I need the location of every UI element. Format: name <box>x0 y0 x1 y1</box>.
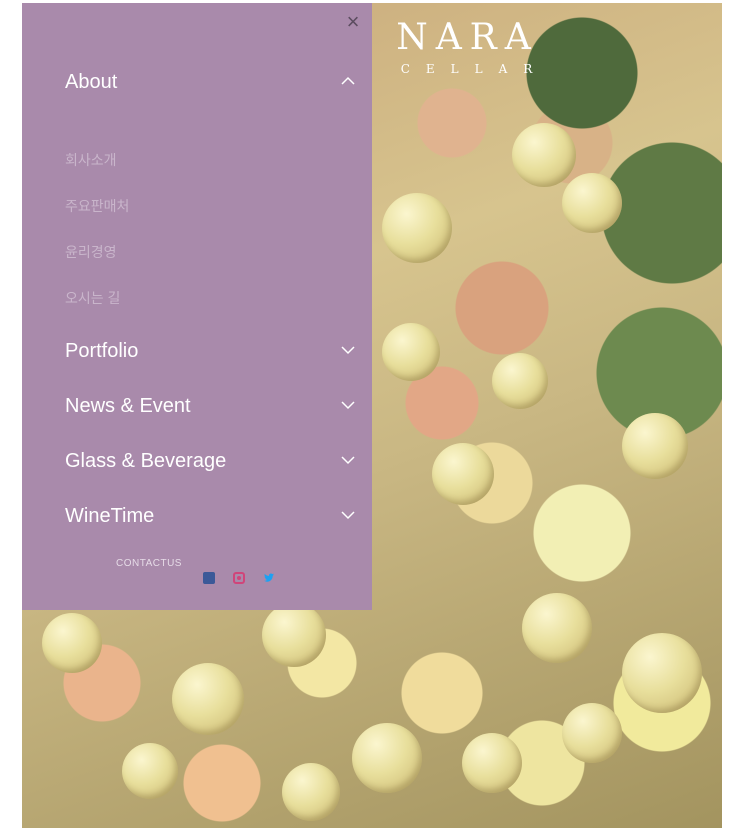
submenu-item-directions[interactable]: 오시는 길 <box>65 288 120 308</box>
facebook-icon[interactable] <box>203 572 215 584</box>
contact-us-link[interactable]: CONTACTUS <box>116 558 182 569</box>
menu-item-label: Portfolio <box>65 340 139 362</box>
chevron-down-icon <box>341 511 355 520</box>
logo[interactable]: NARA CELLAR <box>380 17 555 77</box>
chevron-down-icon <box>341 456 355 465</box>
twitter-icon[interactable] <box>263 572 275 584</box>
side-menu-panel: × About 회사소개 주요판매처 윤리경영 오시는 길 Portfolio … <box>22 3 372 610</box>
menu-item-glass-beverage[interactable]: Glass & Beverage <box>65 447 355 475</box>
menu-item-label: News & Event <box>65 395 191 417</box>
menu-item-portfolio[interactable]: Portfolio <box>65 337 355 365</box>
logo-name: NARA <box>396 17 539 58</box>
close-button[interactable]: × <box>342 11 364 33</box>
menu-item-about[interactable]: About <box>65 68 355 96</box>
logo-subtitle: CELLAR <box>400 62 549 76</box>
submenu-item-company[interactable]: 회사소개 <box>65 150 117 170</box>
menu-item-winetime[interactable]: WineTime <box>65 502 355 530</box>
chevron-down-icon <box>341 401 355 410</box>
submenu-item-ethics[interactable]: 윤리경영 <box>65 242 117 262</box>
chevron-down-icon <box>341 346 355 355</box>
menu-item-label: WineTime <box>65 505 155 527</box>
menu-item-news-event[interactable]: News & Event <box>65 392 355 420</box>
instagram-icon[interactable] <box>233 572 245 584</box>
menu-item-label: About <box>65 71 118 93</box>
submenu-item-retailers[interactable]: 주요판매처 <box>65 196 129 216</box>
chevron-up-icon <box>341 76 355 85</box>
menu-item-label: Glass & Beverage <box>65 450 227 472</box>
